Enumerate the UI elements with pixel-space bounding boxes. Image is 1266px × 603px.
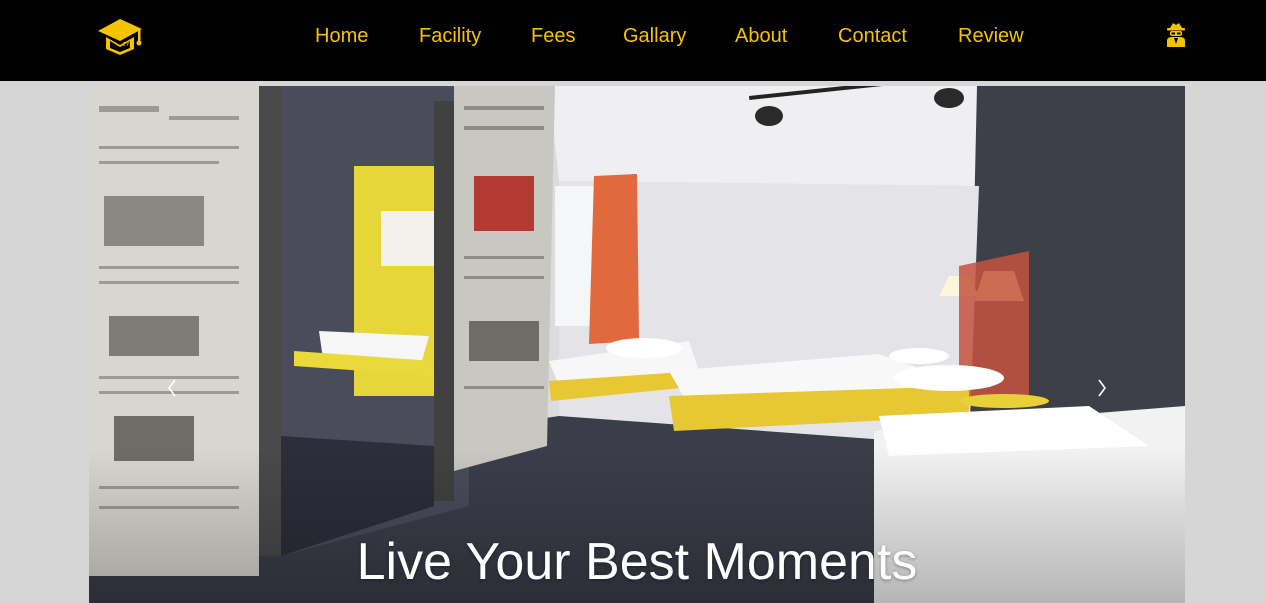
- main-nav: Home Facility Fees Gallary About Contact…: [0, 0, 1266, 72]
- nav-item-gallary[interactable]: Gallary: [623, 24, 686, 48]
- nav-item-home[interactable]: Home: [315, 24, 368, 48]
- hostel-room-photo: [89, 86, 1185, 603]
- carousel-caption: Live Your Best Moments: [356, 533, 918, 591]
- chevron-right-icon[interactable]: [1092, 375, 1112, 401]
- user-secret-icon[interactable]: [1164, 22, 1188, 48]
- navbar: ZYX Home Facility Fees Gallary About Con…: [0, 0, 1266, 81]
- nav-item-review[interactable]: Review: [958, 24, 1024, 48]
- nav-item-about[interactable]: About: [735, 24, 787, 48]
- hero-carousel: Live Your Best Moments: [89, 86, 1185, 603]
- nav-item-facility[interactable]: Facility: [419, 24, 481, 48]
- nav-item-contact[interactable]: Contact: [838, 24, 907, 48]
- chevron-left-icon[interactable]: [162, 375, 182, 401]
- nav-item-fees[interactable]: Fees: [531, 24, 575, 48]
